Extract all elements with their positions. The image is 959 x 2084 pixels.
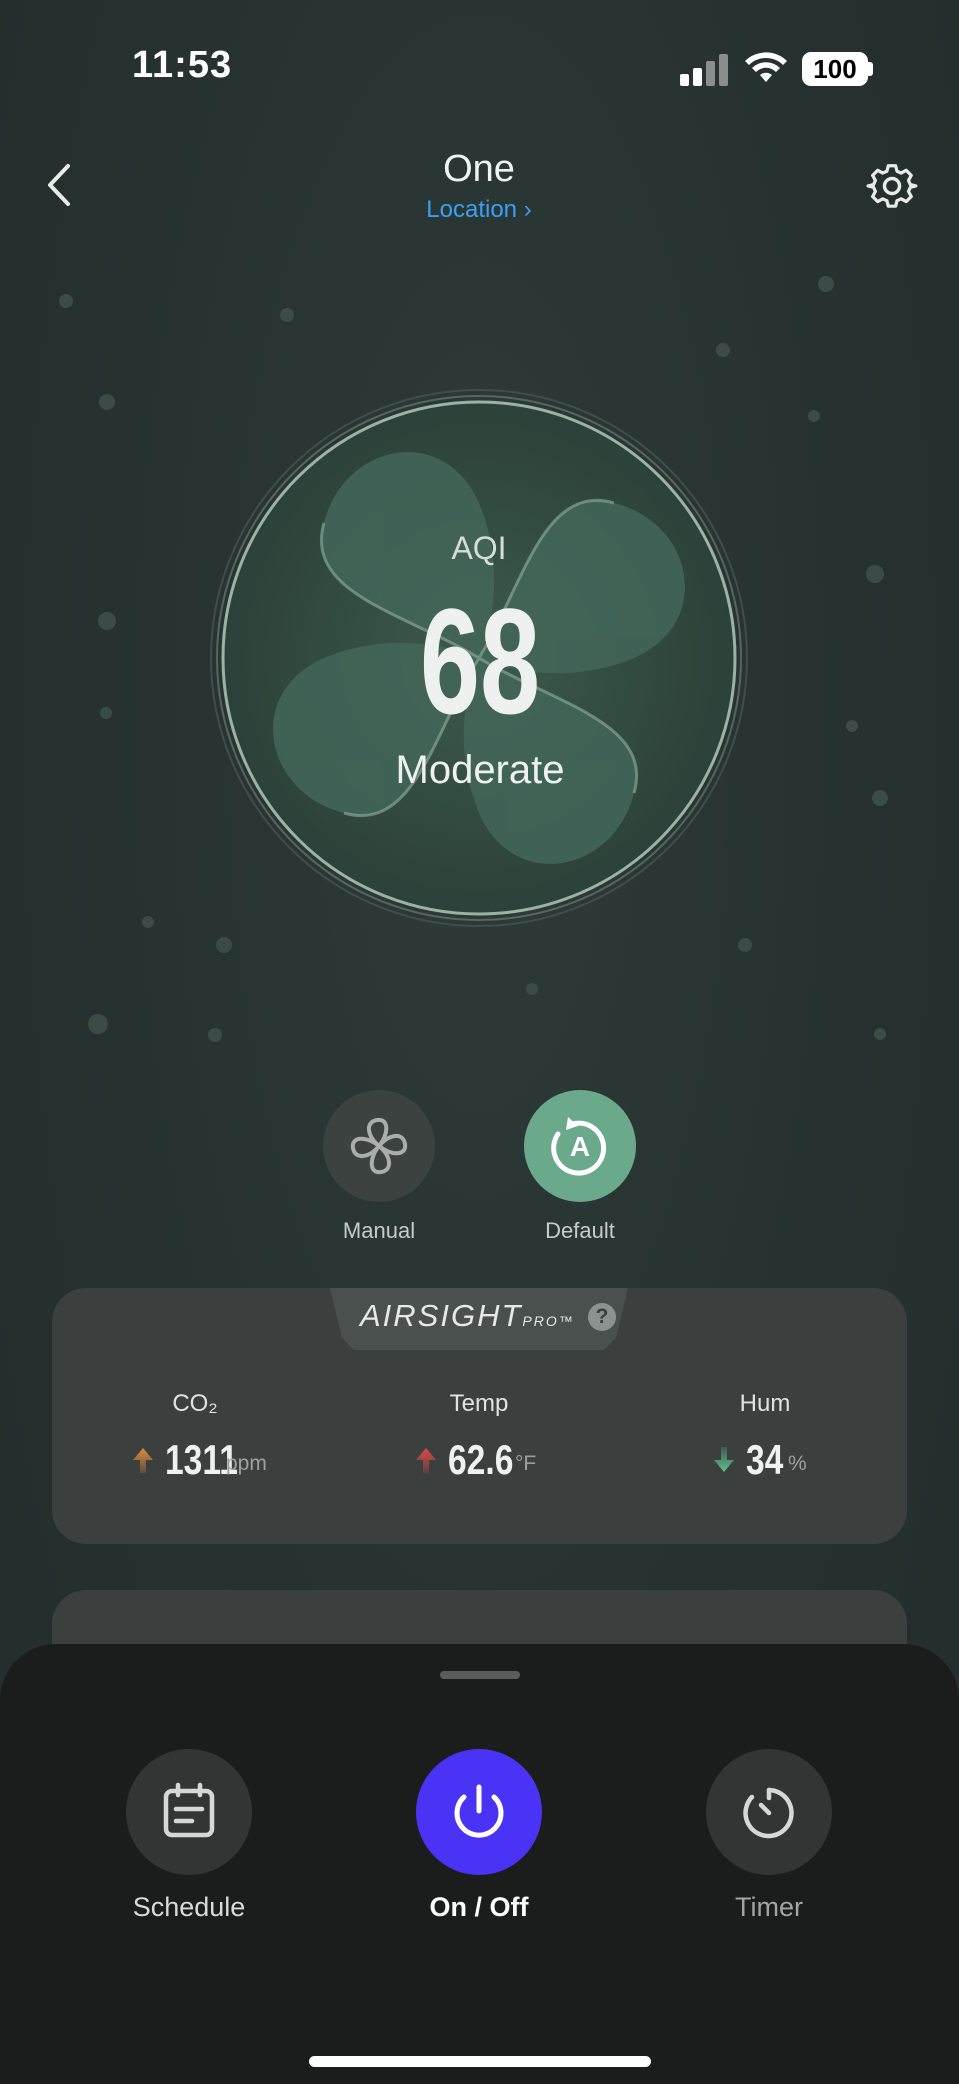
location-link[interactable]: Location › bbox=[379, 196, 579, 224]
decorative-dot bbox=[738, 938, 752, 952]
trend-down-icon bbox=[714, 1447, 734, 1472]
co2-label: CO₂ bbox=[172, 1390, 218, 1417]
decorative-dot bbox=[99, 394, 115, 410]
timer-icon bbox=[743, 1787, 794, 1839]
chevron-right-icon: › bbox=[523, 196, 532, 223]
decorative-dot bbox=[88, 1014, 108, 1034]
battery-tip bbox=[868, 62, 873, 76]
fan-icon bbox=[350, 1117, 408, 1175]
schedule-button[interactable] bbox=[126, 1749, 252, 1875]
power-label: On / Off bbox=[429, 1892, 529, 1922]
manual-mode-label: Manual bbox=[342, 1218, 416, 1243]
decorative-dot bbox=[208, 1028, 222, 1042]
auto-mode-icon: A bbox=[551, 1117, 607, 1176]
power-icon bbox=[454, 1784, 504, 1838]
calendar-icon bbox=[163, 1782, 215, 1838]
decorative-dot bbox=[142, 916, 154, 928]
manual-mode-button[interactable] bbox=[323, 1090, 435, 1202]
decorative-dot bbox=[874, 1028, 886, 1040]
gear-icon[interactable] bbox=[866, 160, 918, 212]
decorative-dot bbox=[216, 937, 232, 953]
decorative-dot bbox=[59, 294, 73, 308]
cellular-signal-icon bbox=[680, 54, 730, 86]
wifi-icon bbox=[745, 52, 787, 82]
device-title: One bbox=[443, 148, 515, 190]
temp-label: Temp bbox=[449, 1390, 509, 1417]
timer-label: Timer bbox=[735, 1892, 803, 1922]
power-button[interactable] bbox=[416, 1749, 542, 1875]
temp-value: 62.6 bbox=[448, 1436, 514, 1483]
airsight-brand-name: AIRSIGHT bbox=[360, 1298, 523, 1333]
humidity-value: 34 bbox=[746, 1436, 784, 1483]
default-mode-button[interactable]: A bbox=[524, 1090, 636, 1202]
status-time: 11:53 bbox=[132, 44, 233, 86]
aqi-status: Moderate bbox=[395, 748, 565, 792]
humidity-unit: % bbox=[788, 1452, 807, 1475]
help-icon[interactable]: ? bbox=[588, 1303, 616, 1331]
co2-unit: ppm bbox=[226, 1452, 267, 1475]
decorative-dot bbox=[280, 308, 294, 322]
default-mode-label: Default bbox=[545, 1218, 615, 1243]
sheet-drag-handle[interactable] bbox=[440, 1671, 520, 1679]
chevron-left-icon[interactable] bbox=[40, 160, 80, 210]
home-indicator bbox=[309, 2056, 651, 2067]
decorative-dot bbox=[818, 276, 834, 292]
humidity-label: Hum bbox=[739, 1390, 791, 1417]
decorative-dot bbox=[98, 612, 116, 630]
decorative-dot bbox=[808, 410, 820, 422]
decorative-dot bbox=[526, 983, 538, 995]
timer-button[interactable] bbox=[706, 1749, 832, 1875]
trend-up-icon bbox=[416, 1448, 436, 1473]
airsight-brand: AIRSIGHTPRO™ bbox=[360, 1298, 575, 1334]
decorative-dot bbox=[716, 343, 730, 357]
location-link-label[interactable]: Location bbox=[426, 196, 517, 223]
decorative-dot bbox=[100, 707, 112, 719]
decorative-dot bbox=[866, 565, 884, 583]
aqi-value: 68 bbox=[419, 577, 541, 745]
temp-unit: °F bbox=[515, 1452, 537, 1475]
trend-up-icon bbox=[133, 1448, 153, 1473]
decorative-dot bbox=[872, 790, 888, 806]
battery-level: 100 bbox=[802, 52, 868, 86]
decorative-dot bbox=[846, 720, 858, 732]
aqi-label: AQI bbox=[451, 530, 507, 566]
airsight-brand-sub: PRO™ bbox=[522, 1313, 575, 1329]
schedule-label: Schedule bbox=[132, 1892, 246, 1922]
svg-text:A: A bbox=[570, 1131, 590, 1162]
